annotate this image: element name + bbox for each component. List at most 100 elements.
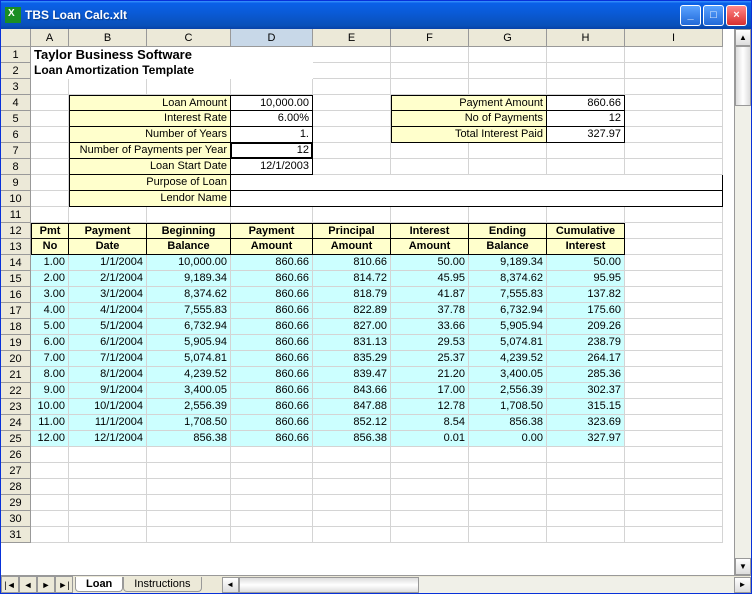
row-header-7[interactable]: 7: [1, 143, 31, 159]
cell[interactable]: [69, 207, 147, 223]
cell[interactable]: [69, 511, 147, 527]
row-header-20[interactable]: 20: [1, 351, 31, 367]
table-cell[interactable]: 860.66: [231, 255, 313, 271]
table-cell[interactable]: 831.13: [313, 335, 391, 351]
table-cell[interactable]: 50.00: [547, 255, 625, 271]
table-header[interactable]: Interest: [391, 223, 469, 239]
cell[interactable]: [313, 207, 391, 223]
cell[interactable]: [313, 495, 391, 511]
horizontal-scrollbar[interactable]: ◄ ►: [222, 577, 751, 593]
table-cell[interactable]: 3,400.05: [469, 367, 547, 383]
table-header[interactable]: No: [31, 239, 69, 255]
next-sheet-button[interactable]: ►: [37, 576, 55, 593]
output-value[interactable]: 327.97: [547, 127, 625, 143]
row-header-29[interactable]: 29: [1, 495, 31, 511]
cell[interactable]: [147, 463, 231, 479]
row-header-9[interactable]: 9: [1, 175, 31, 191]
cell[interactable]: [313, 111, 391, 127]
cell[interactable]: [231, 479, 313, 495]
cell[interactable]: [391, 143, 469, 159]
table-cell[interactable]: 327.97: [547, 431, 625, 447]
row-header-4[interactable]: 4: [1, 95, 31, 111]
cell[interactable]: [547, 79, 625, 95]
table-cell[interactable]: 95.95: [547, 271, 625, 287]
cell[interactable]: [547, 495, 625, 511]
cell[interactable]: [391, 495, 469, 511]
cell[interactable]: [625, 111, 723, 127]
cell[interactable]: [69, 79, 147, 95]
table-header[interactable]: Payment: [69, 223, 147, 239]
table-cell[interactable]: 10.00: [31, 399, 69, 415]
cell[interactable]: [147, 495, 231, 511]
cell[interactable]: [469, 511, 547, 527]
cell[interactable]: [231, 447, 313, 463]
table-cell[interactable]: 238.79: [547, 335, 625, 351]
col-header-I[interactable]: I: [625, 29, 723, 47]
table-cell[interactable]: 2.00: [31, 271, 69, 287]
col-header-E[interactable]: E: [313, 29, 391, 47]
table-cell[interactable]: 860.66: [231, 335, 313, 351]
table-cell[interactable]: 1,708.50: [147, 415, 231, 431]
table-cell[interactable]: 1.00: [31, 255, 69, 271]
table-cell[interactable]: 860.66: [231, 431, 313, 447]
table-cell[interactable]: 209.26: [547, 319, 625, 335]
cell[interactable]: [625, 431, 723, 447]
col-header-D[interactable]: D: [231, 29, 313, 47]
cell[interactable]: [31, 447, 69, 463]
cell[interactable]: [547, 207, 625, 223]
cell[interactable]: [31, 207, 69, 223]
cell[interactable]: [625, 271, 723, 287]
col-header-H[interactable]: H: [547, 29, 625, 47]
cell[interactable]: [313, 95, 391, 111]
row-header-1[interactable]: 1: [1, 47, 31, 63]
col-header-G[interactable]: G: [469, 29, 547, 47]
row-header-23[interactable]: 23: [1, 399, 31, 415]
cell[interactable]: [69, 527, 147, 543]
table-cell[interactable]: 17.00: [391, 383, 469, 399]
table-cell[interactable]: 323.69: [547, 415, 625, 431]
table-cell[interactable]: 827.00: [313, 319, 391, 335]
table-cell[interactable]: 11/1/2004: [69, 415, 147, 431]
cell[interactable]: [625, 319, 723, 335]
scroll-up-button[interactable]: ▲: [735, 29, 751, 46]
cell[interactable]: [469, 79, 547, 95]
input-value[interactable]: [231, 191, 723, 207]
cell[interactable]: [391, 159, 469, 175]
table-cell[interactable]: 847.88: [313, 399, 391, 415]
table-header[interactable]: Payment: [231, 223, 313, 239]
col-header-F[interactable]: F: [391, 29, 469, 47]
table-cell[interactable]: 10/1/2004: [69, 399, 147, 415]
row-header-24[interactable]: 24: [1, 415, 31, 431]
table-header[interactable]: Interest: [547, 239, 625, 255]
cell[interactable]: [625, 159, 723, 175]
cell[interactable]: [31, 143, 69, 159]
table-cell[interactable]: 1/1/2004: [69, 255, 147, 271]
table-header[interactable]: Date: [69, 239, 147, 255]
row-header-15[interactable]: 15: [1, 271, 31, 287]
cell[interactable]: [547, 479, 625, 495]
table-cell[interactable]: 822.89: [313, 303, 391, 319]
sheet-tab-loan[interactable]: Loan: [75, 577, 123, 592]
row-header-19[interactable]: 19: [1, 335, 31, 351]
row-header-13[interactable]: 13: [1, 239, 31, 255]
cell[interactable]: [31, 159, 69, 175]
table-cell[interactable]: 843.66: [313, 383, 391, 399]
cell[interactable]: [31, 463, 69, 479]
table-header[interactable]: Amount: [231, 239, 313, 255]
table-cell[interactable]: 860.66: [231, 415, 313, 431]
cell[interactable]: [31, 479, 69, 495]
cell[interactable]: [391, 463, 469, 479]
prev-sheet-button[interactable]: ◄: [19, 576, 37, 593]
table-cell[interactable]: 860.66: [231, 399, 313, 415]
cell[interactable]: [231, 79, 313, 95]
vscroll-thumb[interactable]: [735, 46, 751, 106]
table-cell[interactable]: 37.78: [391, 303, 469, 319]
cell[interactable]: [31, 95, 69, 111]
table-cell[interactable]: 2,556.39: [469, 383, 547, 399]
cell[interactable]: [391, 447, 469, 463]
table-cell[interactable]: 5,905.94: [147, 335, 231, 351]
table-cell[interactable]: 839.47: [313, 367, 391, 383]
cell[interactable]: [313, 463, 391, 479]
cell[interactable]: [31, 527, 69, 543]
cell[interactable]: [469, 159, 547, 175]
